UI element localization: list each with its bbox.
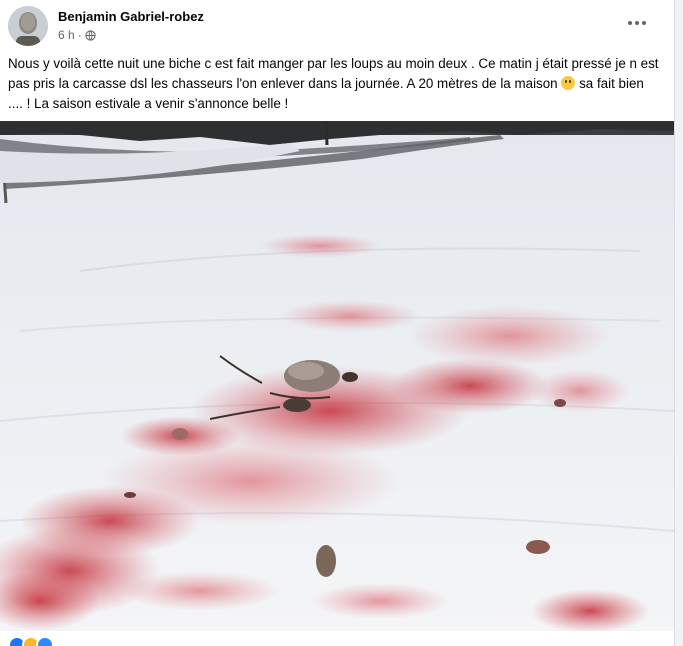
- author-avatar[interactable]: [8, 6, 48, 46]
- post-text: Nous y voilà cette nuit une biche c est …: [8, 54, 660, 114]
- care-icon: [36, 636, 54, 646]
- meta-separator: ·: [77, 28, 82, 42]
- worried-face-emoji: [561, 76, 576, 90]
- photo-scene: [0, 121, 674, 631]
- post-photo[interactable]: [0, 121, 674, 631]
- avatar-image: [8, 6, 48, 46]
- more-options-icon: [628, 21, 646, 25]
- post-timestamp[interactable]: 6 h: [58, 28, 75, 42]
- author-name[interactable]: Benjamin Gabriel-robez: [58, 9, 204, 24]
- post-card: Benjamin Gabriel-robez 6 h · Nous y voil…: [0, 0, 675, 646]
- post-header: Benjamin Gabriel-robez 6 h ·: [8, 4, 668, 48]
- globe-icon: [85, 29, 96, 41]
- reaction-summary[interactable]: [8, 636, 54, 646]
- more-options-button[interactable]: [622, 12, 652, 34]
- post-meta: 6 h ·: [58, 28, 96, 42]
